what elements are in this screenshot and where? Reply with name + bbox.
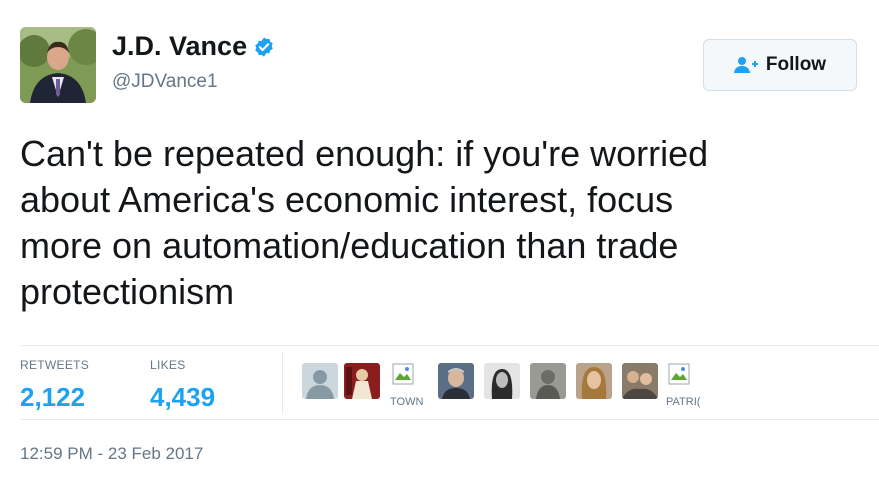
likes-count: 4,439: [150, 382, 216, 412]
follow-person-icon: [733, 57, 758, 73]
likes-stat[interactable]: LIKES 4,439: [150, 358, 215, 413]
liker-avatar[interactable]: [302, 363, 338, 399]
tweet-line: Can't be repeated enough: if you're worr…: [20, 133, 709, 174]
likes-label: LIKES: [150, 358, 186, 372]
tweet-line: about America's economic interest, focus: [20, 179, 674, 220]
liker-avatar[interactable]: [576, 363, 612, 399]
tweet-header: J.D. Vance @JDVance1 Follow: [20, 27, 860, 107]
liker-avatar[interactable]: [344, 363, 380, 399]
follow-button-label: Follow: [765, 54, 827, 75]
tweet-text: Can't be repeated enough: if you're worr…: [20, 131, 870, 315]
stats-vertical-divider: [282, 352, 283, 414]
liker-label: PATRI(: [666, 396, 701, 408]
retweets-count: 2,122: [20, 382, 86, 412]
follow-button[interactable]: Follow: [703, 39, 857, 91]
stats-divider-top: [20, 345, 879, 346]
liker-avatar[interactable]: [438, 363, 474, 399]
user-handle[interactable]: @JDVance1: [112, 71, 218, 93]
tweet-line: protectionism: [20, 271, 235, 312]
retweets-label: RETWEETS: [20, 358, 90, 372]
liker-avatar[interactable]: [622, 363, 658, 399]
broken-image-icon: [668, 363, 690, 385]
retweets-stat[interactable]: RETWEETS 2,122: [20, 358, 89, 413]
display-name[interactable]: J.D. Vance: [112, 31, 247, 62]
broken-image-icon: [392, 363, 414, 385]
tweet-timestamp[interactable]: 12:59 PM - 23 Feb 2017: [20, 444, 203, 464]
liker-avatar[interactable]: [530, 363, 566, 399]
stats-divider-bottom: [20, 419, 879, 420]
liker-label: TOWN: [390, 396, 424, 408]
verified-badge-icon: [255, 36, 273, 57]
avatar[interactable]: [20, 27, 96, 103]
name-row: J.D. Vance: [112, 31, 275, 62]
tweet-line: more on automation/education than trade: [20, 225, 679, 266]
liker-avatar[interactable]: [484, 363, 520, 399]
